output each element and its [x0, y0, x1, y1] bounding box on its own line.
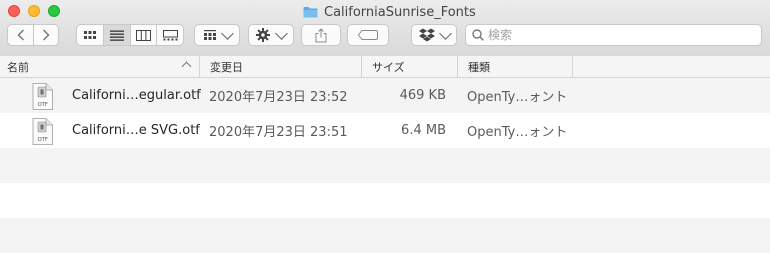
file-name: Californi…e SVG.otf — [72, 123, 200, 138]
file-kind: OpenTy…ォント — [467, 125, 568, 140]
gear-icon — [256, 28, 270, 42]
icon-view-icon — [84, 31, 97, 39]
tags-button[interactable] — [347, 24, 389, 46]
list-view-button[interactable] — [103, 25, 130, 45]
column-header-empty — [572, 56, 770, 77]
empty-row — [0, 148, 770, 183]
gallery-view-button[interactable] — [156, 25, 183, 45]
list-view-icon — [110, 30, 125, 41]
chevron-left-icon — [17, 29, 24, 41]
file-type-label: OTF — [38, 102, 48, 108]
chevron-right-icon — [43, 29, 50, 41]
otf-document-icon: OTF — [32, 118, 53, 145]
navigation-buttons — [7, 24, 59, 46]
column-header-modified-label: 変更日 — [210, 60, 243, 74]
column-header-modified[interactable]: 変更日 — [199, 56, 361, 77]
minimize-window-button[interactable] — [28, 5, 40, 17]
column-header: 名前 変更日 サイズ 種類 — [0, 56, 770, 78]
tag-icon — [358, 30, 378, 40]
back-button[interactable] — [8, 25, 33, 45]
column-view-button[interactable] — [129, 25, 157, 45]
dropbox-button[interactable] — [411, 24, 457, 46]
file-size: 469 KB — [399, 88, 446, 103]
file-modified: 2020年7月23日 23:52 — [209, 90, 348, 105]
empty-row — [0, 218, 770, 253]
file-size: 6.4 MB — [401, 123, 446, 138]
view-mode-control — [76, 24, 184, 46]
file-type-label: OTF — [38, 137, 48, 143]
file-kind: OpenTy…ォント — [467, 90, 568, 105]
chevron-down-icon — [220, 27, 234, 40]
action-menu-button[interactable] — [248, 24, 294, 46]
share-icon — [315, 27, 327, 42]
group-icon — [203, 30, 216, 40]
gallery-view-icon — [162, 29, 178, 40]
forward-button[interactable] — [33, 25, 58, 45]
empty-row — [0, 183, 770, 218]
title-bar: CaliforniaSunrise_Fonts — [0, 0, 770, 57]
file-modified: 2020年7月23日 23:51 — [209, 125, 348, 140]
group-by-button[interactable] — [194, 24, 240, 46]
otf-document-icon: OTF — [32, 83, 53, 110]
column-header-name-label: 名前 — [7, 60, 29, 74]
window-title-text: CaliforniaSunrise_Fonts — [324, 4, 476, 20]
dropbox-icon — [418, 28, 435, 42]
file-row[interactable]: OTF Californi…egular.otf 2020年7月23日 23:5… — [0, 78, 770, 113]
chevron-down-icon — [438, 27, 452, 40]
column-header-size-label: サイズ — [372, 60, 405, 74]
zoom-window-button[interactable] — [48, 5, 60, 17]
folder-icon — [303, 7, 318, 18]
close-window-button[interactable] — [8, 5, 20, 17]
chevron-down-icon — [275, 27, 288, 40]
column-header-kind-label: 種類 — [468, 60, 490, 74]
column-header-name[interactable]: 名前 — [0, 56, 199, 77]
file-name: Californi…egular.otf — [72, 88, 201, 103]
column-header-kind[interactable]: 種類 — [457, 56, 572, 77]
search-input[interactable] — [488, 28, 748, 42]
search-field[interactable] — [465, 24, 762, 46]
search-icon — [472, 29, 484, 41]
window-title: CaliforniaSunrise_Fonts — [303, 4, 476, 20]
share-button[interactable] — [301, 24, 341, 46]
column-view-icon — [136, 29, 152, 41]
icon-view-button[interactable] — [77, 25, 103, 45]
file-list: OTF Californi…egular.otf 2020年7月23日 23:5… — [0, 78, 770, 253]
file-row[interactable]: OTF Californi…e SVG.otf 2020年7月23日 23:51… — [0, 113, 770, 148]
column-header-size[interactable]: サイズ — [361, 56, 457, 77]
